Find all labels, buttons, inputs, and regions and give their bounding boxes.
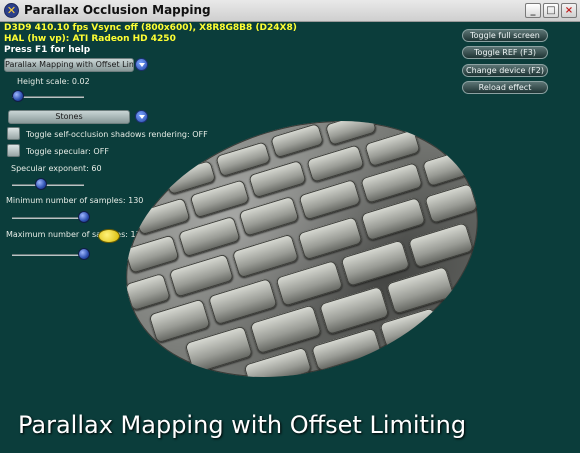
title-bar[interactable]: ✕ Parallax Occlusion Mapping _ □ × [0,0,580,22]
help-hint: Press F1 for help [4,45,91,55]
minimize-button[interactable]: _ [525,3,541,18]
stone-tile [124,234,180,274]
self-occlusion-checkbox[interactable] [7,127,20,140]
stone-tile [238,195,300,237]
specular-checkbox[interactable] [7,144,20,157]
texture-dropdown-arrow-icon[interactable] [135,110,148,123]
stone-tile [184,325,254,375]
stone-tile [324,110,378,146]
stone-tile [133,197,191,236]
stone-tile [148,298,211,344]
stone-tile [124,272,172,312]
self-occlusion-label: Toggle self-occlusion shadows rendering:… [26,130,208,139]
toggle-fullscreen-button[interactable]: Toggle full screen [462,29,548,42]
technique-combo-value: Parallax Mapping with Offset Limiting [5,60,133,69]
stone-tile [231,233,300,279]
technique-combo[interactable]: Parallax Mapping with Offset Limiting [4,58,134,72]
specular-label: Toggle specular: OFF [26,147,109,156]
fps-stats: D3D9 410.10 fps Vsync off (800x600), X8R… [4,23,297,33]
texture-combo[interactable]: Stones [8,110,130,124]
close-button[interactable]: × [561,3,577,18]
stone-tile [243,346,313,391]
min-samples-slider-track[interactable] [12,217,84,219]
stone-tile [360,196,427,242]
specular-exponent-label: Specular exponent: 60 [11,164,102,173]
max-samples-slider-thumb[interactable] [78,248,90,260]
specular-exponent-slider-track[interactable] [12,184,84,186]
toggle-ref-button[interactable]: Toggle REF (F3) [462,46,548,59]
device-stats: HAL (hw vp): ATI Radeon HD 4250 [4,34,176,44]
maximize-button[interactable]: □ [543,3,559,18]
stone-tile [306,144,365,183]
reload-effect-button[interactable]: Reload effect [462,81,548,94]
min-samples-slider-thumb[interactable] [78,211,90,223]
technique-caption: Parallax Mapping with Offset Limiting [18,411,467,439]
stone-tile [318,285,390,336]
stone-tile [407,222,475,269]
stone-tile [298,178,362,221]
stone-tile [385,265,455,315]
height-scale-label: Height scale: 0.02 [17,77,90,86]
stone-tile [364,129,421,168]
height-scale-slider-thumb[interactable] [12,90,24,102]
directx-icon: ✕ [4,3,19,18]
technique-dropdown-arrow-icon[interactable] [135,58,148,71]
window-title: Parallax Occlusion Mapping [24,3,211,17]
stone-tile [421,150,468,188]
change-device-button[interactable]: Change device (F2) [462,64,548,77]
specular-exponent-slider-thumb[interactable] [35,178,47,190]
max-samples-slider-track[interactable] [12,254,84,256]
stone-tile [269,122,325,159]
slider-highlight-marker [98,229,120,243]
stats-overlay: D3D9 410.10 fps Vsync off (800x600), X8R… [4,23,297,56]
stone-tile [310,327,382,372]
stone-tile [177,215,241,258]
stone-tile [379,307,441,349]
texture-combo-value: Stones [55,112,83,121]
stone-tile [424,182,479,224]
